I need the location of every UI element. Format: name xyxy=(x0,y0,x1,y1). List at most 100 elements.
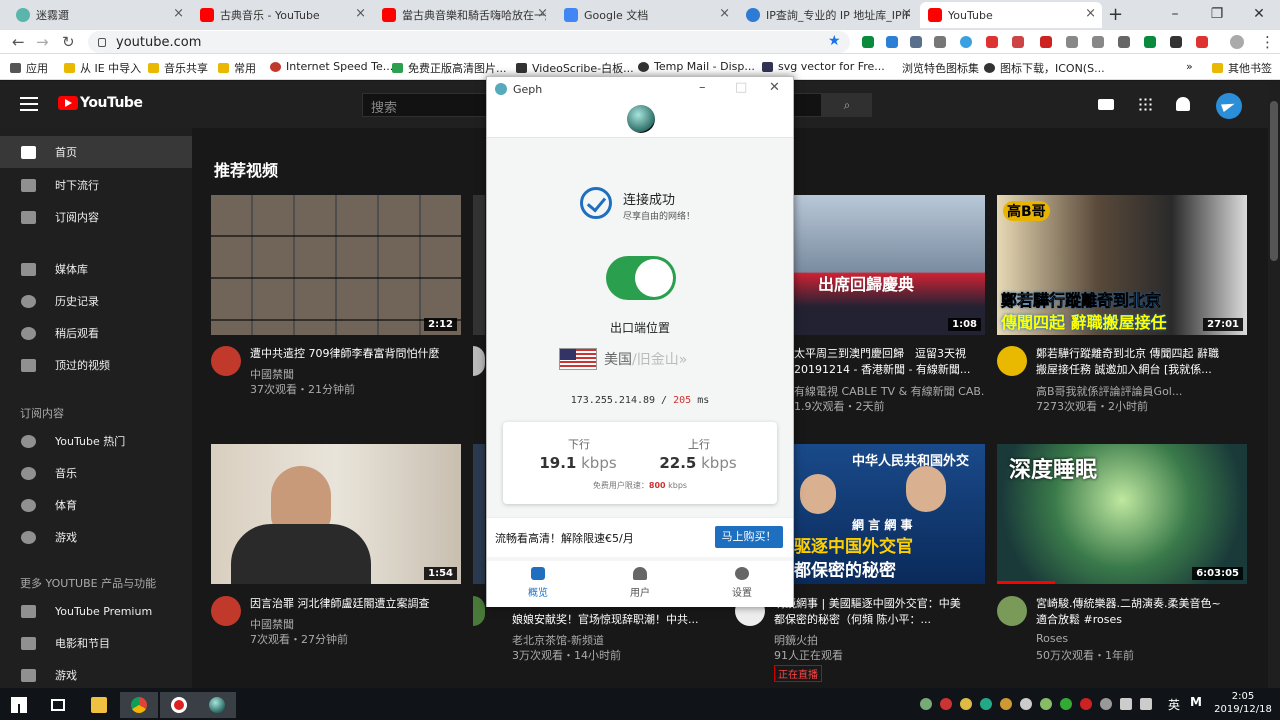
sidebar-item-sports[interactable]: 体育 xyxy=(0,489,192,521)
reload-icon[interactable]: ↻ xyxy=(62,33,75,51)
extension-icon[interactable] xyxy=(1118,36,1130,48)
video-thumbnail[interactable] xyxy=(473,195,485,335)
close-tab-icon[interactable]: × xyxy=(1085,6,1096,21)
video-title[interactable]: 宮崎駿.傳統樂器.二胡演奏.柔美音色~ xyxy=(1036,596,1254,612)
taskbar-recorder[interactable] xyxy=(160,692,198,718)
maximize-icon[interactable]: □ xyxy=(735,80,747,95)
browser-tab[interactable]: 古典音乐 - YouTube × xyxy=(192,2,372,28)
video-thumbnail[interactable] xyxy=(473,444,485,584)
tray-icon[interactable] xyxy=(1000,698,1012,710)
volume-icon[interactable] xyxy=(1140,698,1152,710)
sidebar-item-gaming-2[interactable]: 游戏 xyxy=(0,659,192,691)
sidebar-item-subscriptions[interactable]: 订阅内容 xyxy=(0,201,192,233)
bookmark-folder[interactable]: 音乐共享 xyxy=(148,60,208,76)
video-title[interactable]: 鄭若驊行蹤離奇到北京 傳聞四起 辭職 xyxy=(1036,346,1254,362)
extension-icon[interactable] xyxy=(986,36,998,48)
buy-now-button[interactable]: 马上购买！ xyxy=(715,526,783,548)
close-icon[interactable]: ✕ xyxy=(769,80,780,95)
tab-settings[interactable]: 设置 xyxy=(691,567,793,599)
video-title-line2[interactable]: 娘娘安献奖！官场惊现辞职潮！中共... xyxy=(512,612,702,628)
channel-name[interactable]: 中國禁聞 xyxy=(250,616,294,632)
notifications-icon[interactable] xyxy=(1176,97,1190,111)
tray-icon[interactable] xyxy=(1080,698,1092,710)
channel-name[interactable]: 明鏡火拍 xyxy=(774,632,818,648)
tray-icon[interactable] xyxy=(1040,698,1052,710)
bookmark-link[interactable]: Internet Speed Te... xyxy=(270,60,393,73)
tab-overview[interactable]: 概览 xyxy=(487,567,589,599)
video-title[interactable]: 明鏡網事 | 美國驅逐中國外交官：中美 xyxy=(774,596,984,612)
video-title[interactable]: 遭中共遣控 709律師李春富背問怕什麼 xyxy=(250,346,468,362)
channel-name[interactable]: Roses xyxy=(1036,632,1068,645)
channel-name[interactable]: 有線電視 CABLE TV & 有線新聞 CAB... xyxy=(794,383,984,399)
video-title-line2[interactable]: 都保密的秘密（何頻 陈小平：... xyxy=(774,612,984,628)
apps-grid-icon[interactable] xyxy=(1138,97,1154,111)
sidebar-item-liked[interactable]: 顶过的视频 xyxy=(0,349,192,381)
sidebar-item-movies[interactable]: 电影和节目 xyxy=(0,627,192,659)
close-tab-icon[interactable]: × xyxy=(719,6,730,21)
extension-icon[interactable] xyxy=(1040,36,1052,48)
close-window-icon[interactable]: ✕ xyxy=(1238,0,1280,30)
taskbar-explorer[interactable] xyxy=(80,692,118,718)
bookmark-link[interactable]: svg vector for Fre... xyxy=(762,60,885,73)
tray-icon[interactable] xyxy=(1100,698,1112,710)
sidebar-item-premium[interactable]: YouTube Premium xyxy=(0,595,192,627)
extension-icon[interactable] xyxy=(1092,36,1104,48)
bookmark-link[interactable]: 图标下载，ICON(S... xyxy=(984,60,1105,76)
channel-avatar[interactable] xyxy=(211,346,241,376)
profile-icon[interactable] xyxy=(1230,35,1244,49)
browser-tab[interactable]: IP查詢_专业的 IP 地址库_IPIP × xyxy=(738,2,918,28)
extension-icon[interactable] xyxy=(886,36,898,48)
close-tab-icon[interactable]: × xyxy=(537,6,548,21)
page-scrollbar[interactable] xyxy=(1268,81,1280,688)
connection-toggle[interactable] xyxy=(606,256,676,300)
channel-avatar[interactable] xyxy=(997,346,1027,376)
extension-icon[interactable] xyxy=(960,36,972,48)
other-bookmarks[interactable]: 其他书签 xyxy=(1212,60,1272,76)
sidebar-item-history[interactable]: 历史记录 xyxy=(0,285,192,317)
forward-icon[interactable]: → xyxy=(36,33,49,51)
sidebar-item-watch-later[interactable]: 稍后观看 xyxy=(0,317,192,349)
network-icon[interactable] xyxy=(1120,698,1132,710)
tray-icon[interactable] xyxy=(960,698,972,710)
sidebar-item-youtube-trending[interactable]: YouTube 热门 xyxy=(0,425,192,457)
browser-tab[interactable]: 當古典音樂和騎舌嗨哈放在一起 × xyxy=(374,2,554,28)
bookmark-star-icon[interactable]: ★ xyxy=(828,33,841,49)
sidebar-item-trending[interactable]: 时下流行 xyxy=(0,169,192,201)
sidebar-item-home[interactable]: 首页 xyxy=(0,136,192,168)
tray-icon[interactable] xyxy=(940,698,952,710)
bookmark-link[interactable]: VideoScribe-白板... xyxy=(516,60,634,76)
ime-mode-icon[interactable]: M xyxy=(1190,695,1202,709)
browser-tab[interactable]: Google 文档 × xyxy=(556,2,736,28)
extension-icon[interactable] xyxy=(1066,36,1078,48)
taskbar-chrome[interactable] xyxy=(120,692,158,718)
close-tab-icon[interactable]: × xyxy=(901,6,912,21)
channel-avatar[interactable] xyxy=(473,346,485,376)
avatar[interactable] xyxy=(1216,93,1242,119)
video-thumbnail[interactable]: 中华人民共和国外交 網 言 網 事 驱逐中国外交官 都保密的秘密 xyxy=(794,444,985,584)
video-title-line2[interactable]: 20191214 - 香港新聞 - 有線新聞... xyxy=(794,362,984,378)
channel-name[interactable]: 高B哥我就係評論評論員Gol... xyxy=(1036,383,1182,399)
taskbar-geph[interactable] xyxy=(198,692,236,718)
close-tab-icon[interactable]: × xyxy=(355,6,366,21)
maximize-icon[interactable]: ❐ xyxy=(1196,0,1238,30)
extension-icon[interactable] xyxy=(910,36,922,48)
extension-icon[interactable] xyxy=(934,36,946,48)
browser-tab[interactable]: 迷霧邇 × xyxy=(8,2,190,28)
extension-icon[interactable] xyxy=(862,36,874,48)
tab-account[interactable]: 用户 xyxy=(589,567,691,599)
tray-icon[interactable] xyxy=(920,698,932,710)
system-clock[interactable]: 2:05 2019/12/18 xyxy=(1210,690,1276,716)
sidebar-item-library[interactable]: 媒体库 xyxy=(0,253,192,285)
chrome-menu-icon[interactable]: ⋮ xyxy=(1260,33,1275,51)
bookmark-link[interactable]: 浏览特色图标集 xyxy=(902,60,979,76)
close-tab-icon[interactable]: × xyxy=(173,6,184,21)
bookmark-link[interactable]: Temp Mail - Disp... xyxy=(638,60,755,73)
ime-indicator[interactable]: 英 xyxy=(1168,696,1180,713)
tray-icon[interactable] xyxy=(1060,698,1072,710)
video-title[interactable]: 太平周三到澳門慶回歸 逗留3天視 xyxy=(794,346,984,362)
video-thumbnail[interactable]: 深度睡眠 6:03:05 xyxy=(997,444,1247,584)
bookmark-folder[interactable]: 常用 xyxy=(218,60,256,76)
back-icon[interactable]: ← xyxy=(12,33,25,51)
video-thumbnail[interactable]: 2:12 xyxy=(211,195,461,335)
video-title-line2[interactable]: 適合放鬆 #roses xyxy=(1036,612,1254,628)
